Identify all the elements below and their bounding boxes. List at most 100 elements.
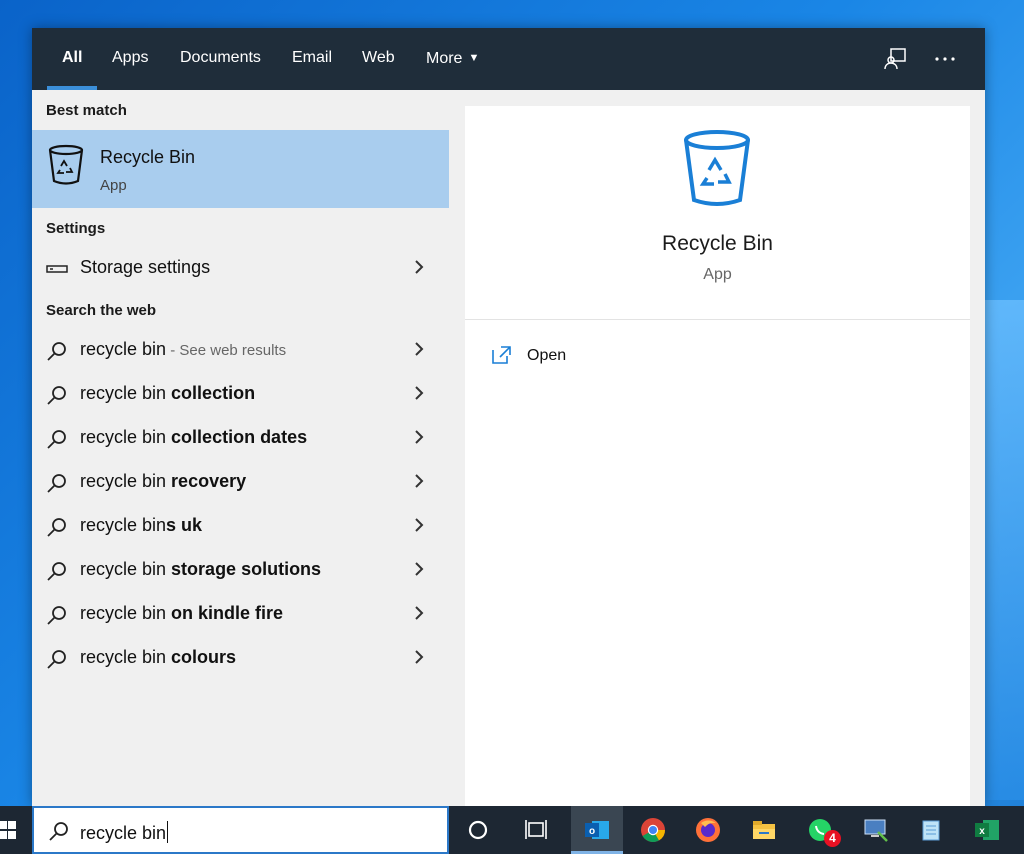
web-result-suggestion: on kindle fire <box>171 603 284 623</box>
web-result-query: recycle bin <box>80 515 167 535</box>
best-match-subtitle: App <box>100 177 127 194</box>
open-icon <box>492 346 511 364</box>
windows-start-icon[interactable] <box>0 820 16 840</box>
web-result-label: recycle bin storage solutions <box>80 559 321 580</box>
svg-text:o: o <box>589 826 595 837</box>
search-icon <box>47 562 66 581</box>
results-pane: Best match Recycle Bin App Settings Stor… <box>32 90 449 806</box>
chevron-right-icon <box>415 606 424 620</box>
preview-header: Recycle Bin App <box>465 106 970 320</box>
chevron-right-icon <box>415 562 424 576</box>
tab-all-label: All <box>62 49 83 66</box>
excel-icon: x <box>975 820 999 840</box>
feedback-icon[interactable] <box>882 46 908 72</box>
storage-settings-item[interactable]: Storage settings <box>32 248 449 288</box>
tab-documents-label: Documents <box>180 49 261 66</box>
taskbar-search-box[interactable]: recycle bin <box>32 806 449 854</box>
web-result-query: recycle bin <box>80 471 172 491</box>
best-match-heading: Best match <box>46 102 127 119</box>
taskbar-notepad-button[interactable] <box>905 806 957 854</box>
tab-more[interactable]: More ▼ <box>426 28 479 90</box>
tab-web-label: Web <box>362 49 395 66</box>
notepad-icon <box>922 820 940 841</box>
web-result-hint: - See web results <box>166 342 287 359</box>
taskbar-chrome-button[interactable] <box>627 806 679 854</box>
tab-documents[interactable]: Documents <box>180 28 261 90</box>
chevron-right-icon <box>415 342 424 356</box>
taskbar-outlook-button[interactable]: o <box>571 806 623 854</box>
web-result-item[interactable]: recycle bins uk <box>32 506 449 546</box>
search-tab-bar: All Apps Documents Email Web More ▼ <box>32 28 985 90</box>
taskbar-task-view-button[interactable] <box>510 806 562 854</box>
search-input[interactable]: recycle bin <box>80 821 169 844</box>
tab-all[interactable]: All <box>46 28 99 90</box>
remote-desktop-icon <box>864 819 888 842</box>
web-result-item[interactable]: recycle bin on kindle fire <box>32 594 449 634</box>
more-options-icon[interactable] <box>932 46 958 72</box>
web-result-suggestion: storage solutions <box>171 559 322 579</box>
web-result-label: recycle bin colours <box>80 647 236 668</box>
search-icon <box>47 518 66 537</box>
search-web-heading: Search the web <box>46 302 157 319</box>
recycle-bin-icon <box>48 144 84 185</box>
taskbar: recycle bin o 4 x <box>0 806 1024 854</box>
web-result-label: recycle bin - See web results <box>80 339 286 360</box>
taskbar-remote-desktop-button[interactable] <box>850 806 902 854</box>
tab-email-label: Email <box>292 49 333 66</box>
chevron-right-icon <box>415 518 424 532</box>
svg-text:x: x <box>979 826 985 837</box>
tab-apps-label: Apps <box>112 49 149 66</box>
web-result-item[interactable]: recycle bin collection dates <box>32 418 449 458</box>
taskbar-file-explorer-button[interactable] <box>738 806 790 854</box>
web-result-suggestion: s uk <box>166 515 203 535</box>
web-result-suggestion: recovery <box>171 471 247 491</box>
best-match-item[interactable]: Recycle Bin App <box>32 130 449 208</box>
taskbar-firefox-button[interactable] <box>682 806 734 854</box>
taskbar-excel-button[interactable]: x <box>961 806 1013 854</box>
chevron-right-icon <box>415 474 424 488</box>
web-result-query: recycle bin <box>80 427 172 447</box>
taskbar-cortana-button[interactable] <box>452 806 504 854</box>
web-result-item[interactable]: recycle bin recovery <box>32 462 449 502</box>
search-icon <box>47 342 66 361</box>
taskbar-whatsapp-button[interactable]: 4 <box>794 806 846 854</box>
search-icon <box>49 822 68 841</box>
web-result-label: recycle bin collection <box>80 383 255 404</box>
web-result-label: recycle bins uk <box>80 515 202 536</box>
web-result-item[interactable]: recycle bin collection <box>32 374 449 414</box>
web-result-suggestion: collection dates <box>171 427 308 447</box>
web-result-item[interactable]: recycle bin storage solutions <box>32 550 449 590</box>
storage-settings-label: Storage settings <box>80 257 211 277</box>
web-result-item[interactable]: recycle bin - See web results <box>32 330 449 370</box>
preview-subtitle: App <box>703 266 732 283</box>
preview-title: Recycle Bin <box>662 232 773 255</box>
search-icon <box>47 386 66 405</box>
web-result-suggestion: collection <box>171 383 256 403</box>
best-match-title: Recycle Bin <box>100 147 196 167</box>
web-result-label: recycle bin recovery <box>80 471 246 492</box>
search-icon <box>47 606 66 625</box>
web-result-label: recycle bin on kindle fire <box>80 603 283 624</box>
web-result-suggestion: colours <box>171 647 237 667</box>
caret-down-icon: ▼ <box>468 52 480 64</box>
settings-heading: Settings <box>46 220 106 237</box>
search-icon <box>47 474 66 493</box>
chevron-right-icon <box>415 386 424 400</box>
open-action-label: Open <box>527 347 567 364</box>
tab-email[interactable]: Email <box>292 28 332 90</box>
cortana-icon <box>468 820 488 840</box>
tab-web[interactable]: Web <box>362 28 395 90</box>
web-result-query: recycle bin <box>80 603 172 623</box>
text-cursor <box>167 821 169 843</box>
preview-pane: Recycle Bin App Open <box>465 106 970 806</box>
web-result-query: recycle bin <box>80 339 167 359</box>
web-result-query: recycle bin <box>80 383 172 403</box>
chrome-icon <box>641 818 665 843</box>
firefox-icon <box>696 818 720 842</box>
outlook-icon: o <box>585 821 609 839</box>
web-result-item[interactable]: recycle bin colours <box>32 638 449 678</box>
tab-apps[interactable]: Apps <box>112 28 148 90</box>
file-explorer-icon <box>753 821 775 839</box>
web-result-label: recycle bin collection dates <box>80 427 307 448</box>
web-result-query: recycle bin <box>80 559 172 579</box>
